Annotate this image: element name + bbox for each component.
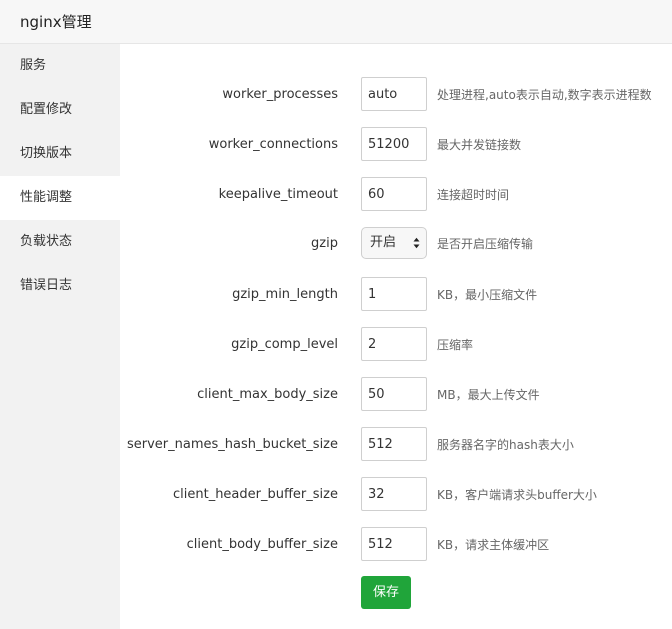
gzip-selected-value: 开启 xyxy=(370,235,397,250)
client-header-buffer-size-input[interactable] xyxy=(361,477,427,511)
worker-processes-input[interactable] xyxy=(361,77,427,111)
field-description: KB，请求主体缓冲区 xyxy=(437,538,550,552)
field-description: 压缩率 xyxy=(437,338,474,352)
field-description: 最大并发链接数 xyxy=(437,138,522,152)
field-description: 处理进程,auto表示自动,数字表示进程数 xyxy=(437,88,652,102)
field-description: MB，最大上传文件 xyxy=(437,388,540,402)
field-description: 是否开启压缩传输 xyxy=(437,237,534,251)
sidebar-item-service[interactable]: 服务 xyxy=(0,44,120,88)
save-button[interactable]: 保存 xyxy=(361,576,411,609)
worker-connections-input[interactable] xyxy=(361,127,427,161)
form-row-gzip: gzip 开启 是否开启压缩传输 xyxy=(120,226,672,266)
gzip-select[interactable]: 开启 xyxy=(361,227,427,259)
sidebar: 服务 配置修改 切换版本 性能调整 负载状态 错误日志 xyxy=(0,44,120,629)
sidebar-item-version[interactable]: 切换版本 xyxy=(0,132,120,176)
sidebar-item-config[interactable]: 配置修改 xyxy=(0,88,120,132)
gzip-min-length-input[interactable] xyxy=(361,277,427,311)
keepalive-timeout-input[interactable] xyxy=(361,177,427,211)
page-title: nginx管理 xyxy=(20,13,92,31)
form-row-gzip-comp-level: gzip_comp_level 压缩率 xyxy=(120,327,672,367)
field-label: client_body_buffer_size xyxy=(186,537,338,552)
field-description: KB，最小压缩文件 xyxy=(437,288,538,302)
field-description: 连接超时时间 xyxy=(437,188,510,202)
client-body-buffer-size-input[interactable] xyxy=(361,527,427,561)
gzip-comp-level-input[interactable] xyxy=(361,327,427,361)
client-max-body-size-input[interactable] xyxy=(361,377,427,411)
field-label: server_names_hash_bucket_size xyxy=(126,437,338,452)
sidebar-item-performance[interactable]: 性能调整 xyxy=(0,176,120,220)
form-row-client-body-buffer-size: client_body_buffer_size KB，请求主体缓冲区 xyxy=(120,527,672,567)
form-row-server-names-hash-bucket-size: server_names_hash_bucket_size 服务器名字的hash… xyxy=(120,427,672,467)
form-row-worker-connections: worker_connections 最大并发链接数 xyxy=(120,127,672,167)
form-row-client-max-body-size: client_max_body_size MB，最大上传文件 xyxy=(120,377,672,417)
field-label: worker_connections xyxy=(208,137,338,152)
field-label: gzip xyxy=(311,236,338,251)
form-row-gzip-min-length: gzip_min_length KB，最小压缩文件 xyxy=(120,277,672,317)
field-label: keepalive_timeout xyxy=(218,187,338,202)
form-row-worker-processes: worker_processes 处理进程,auto表示自动,数字表示进程数 xyxy=(120,77,672,117)
field-label: worker_processes xyxy=(222,87,338,102)
field-description: KB，客户端请求头buffer大小 xyxy=(437,488,597,502)
select-arrows-icon xyxy=(413,237,420,249)
app-header: nginx管理 xyxy=(0,0,672,44)
form-row-keepalive-timeout: keepalive_timeout 连接超时时间 xyxy=(120,177,672,217)
server-names-hash-bucket-size-input[interactable] xyxy=(361,427,427,461)
field-description: 服务器名字的hash表大小 xyxy=(437,438,574,452)
field-label: client_header_buffer_size xyxy=(172,487,338,502)
field-label: gzip_comp_level xyxy=(231,337,338,352)
sidebar-item-error-log[interactable]: 错误日志 xyxy=(0,264,120,308)
field-label: client_max_body_size xyxy=(197,387,338,402)
form-row-client-header-buffer-size: client_header_buffer_size KB，客户端请求头buffe… xyxy=(120,477,672,517)
field-label: gzip_min_length xyxy=(232,287,338,302)
sidebar-item-load-status[interactable]: 负载状态 xyxy=(0,220,120,264)
